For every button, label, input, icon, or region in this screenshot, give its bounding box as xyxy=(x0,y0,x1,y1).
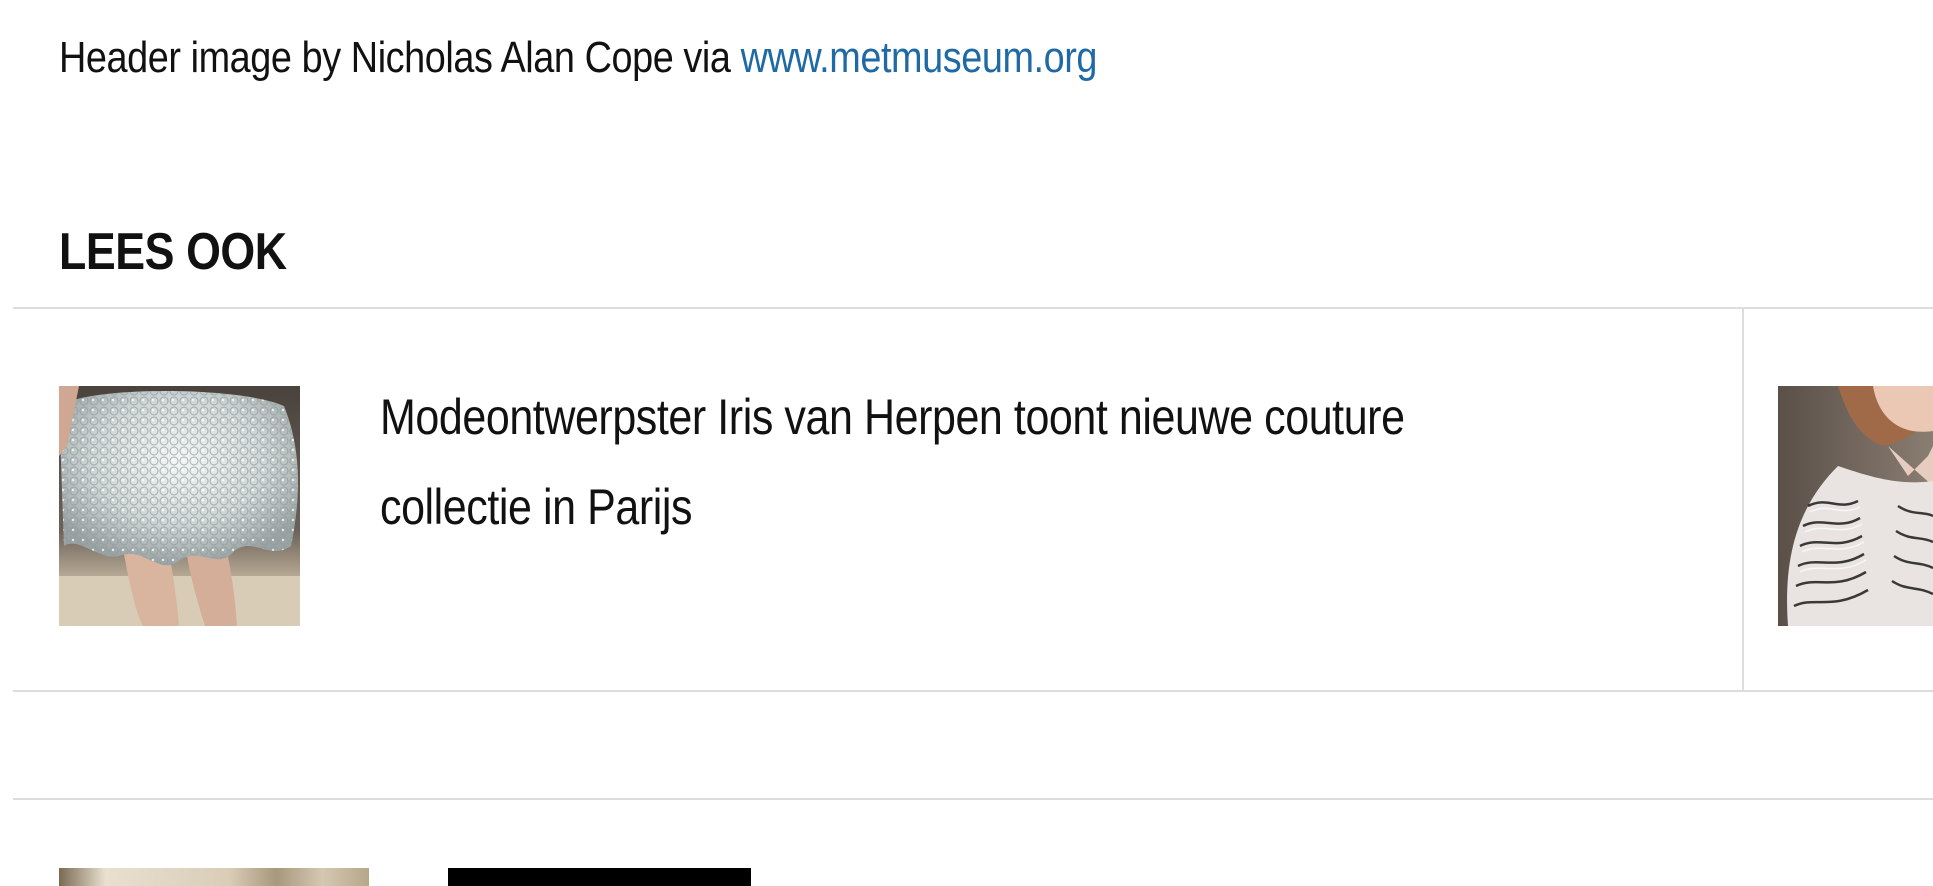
page: Header image by Nicholas Alan Cope via w… xyxy=(0,0,1933,886)
image-credit-text: Header image by Nicholas Alan Cope via xyxy=(59,33,741,82)
image-credit: Header image by Nicholas Alan Cope via w… xyxy=(59,28,1097,88)
divider-top xyxy=(13,307,1933,309)
runway-dress-photo-icon xyxy=(59,386,300,626)
metmuseum-link[interactable]: www.metmuseum.org xyxy=(741,33,1098,82)
article-thumbnail-2[interactable] xyxy=(1778,386,1933,626)
column-divider xyxy=(1742,309,1744,690)
sculptural-garment-photo-icon xyxy=(1778,386,1933,626)
article-thumbnail-1[interactable] xyxy=(59,386,300,626)
article-title-1[interactable]: Modeontwerpster Iris van Herpen toont ni… xyxy=(380,372,1532,552)
article-photo-icon xyxy=(59,868,369,886)
section-heading-lees-ook: LEES OOK xyxy=(59,223,287,281)
article-thumbnail-4[interactable] xyxy=(448,868,751,886)
divider-bottom xyxy=(13,798,1933,800)
article-thumbnail-3[interactable] xyxy=(59,868,369,886)
divider-middle xyxy=(13,690,1933,692)
